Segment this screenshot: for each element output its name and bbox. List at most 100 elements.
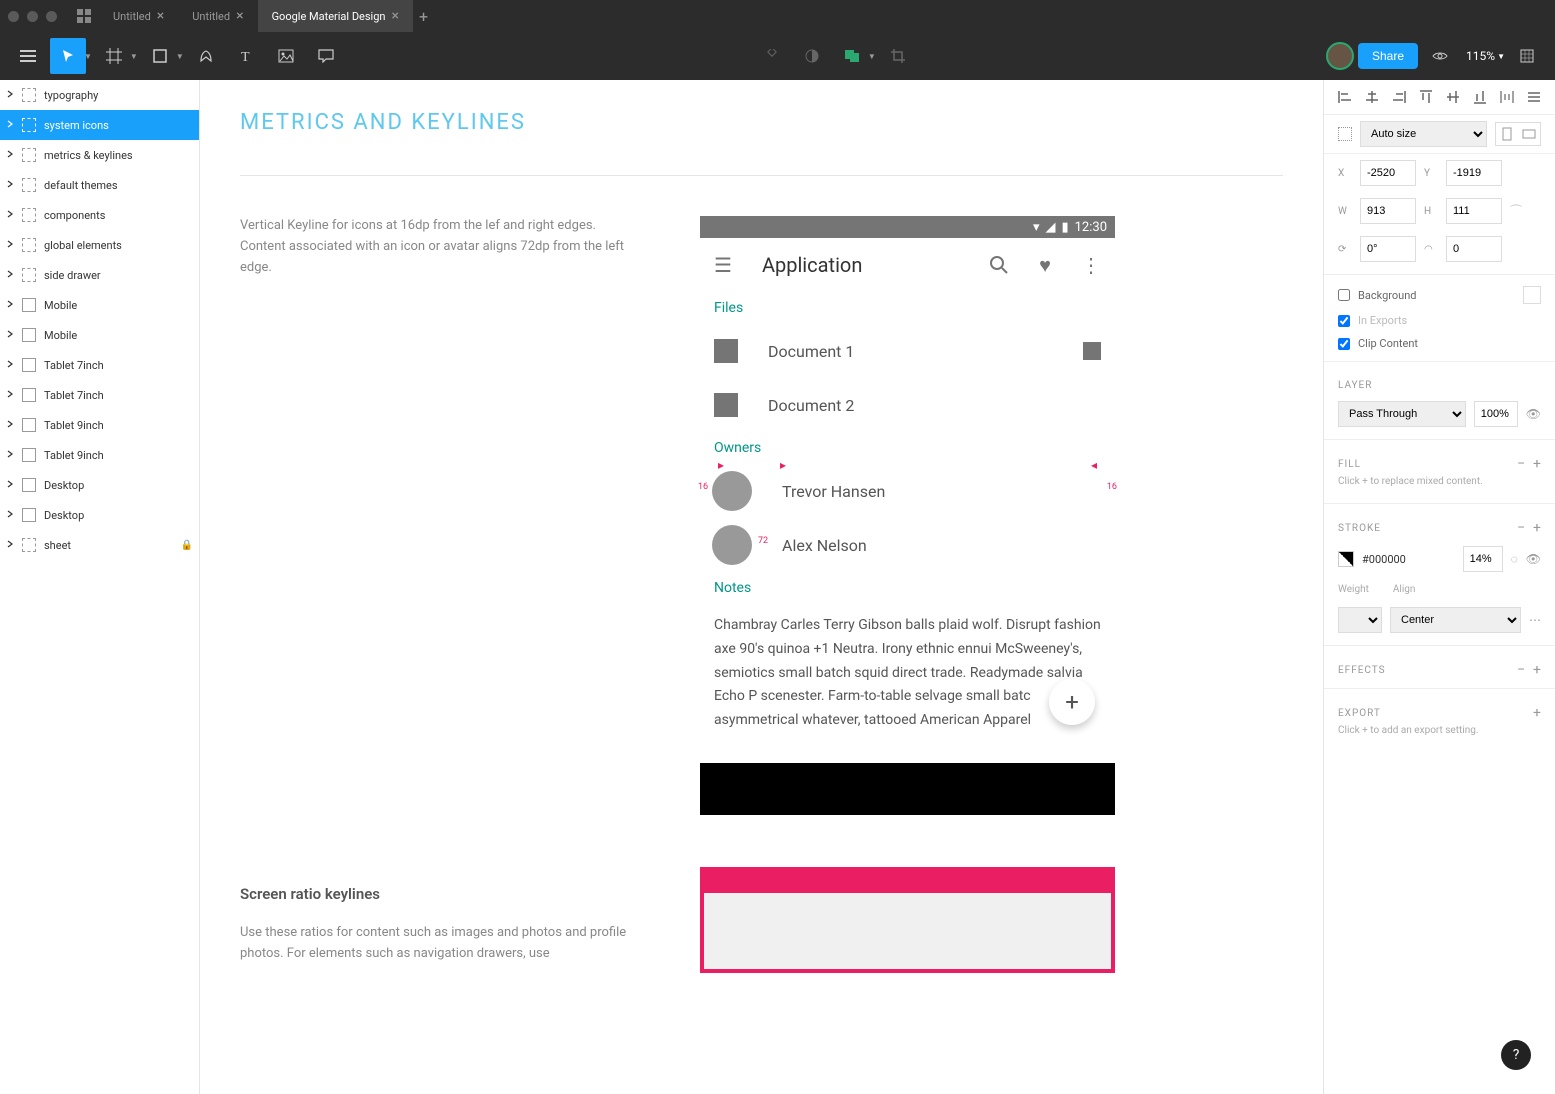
width-input[interactable] (1360, 198, 1416, 224)
boolean-tool[interactable] (834, 38, 870, 74)
expand-arrow-icon[interactable] (6, 90, 16, 100)
remove-effect-icon[interactable]: − (1517, 662, 1525, 678)
stroke-align-select[interactable]: Center (1390, 607, 1521, 633)
expand-arrow-icon[interactable] (6, 360, 16, 370)
stroke-weight-select[interactable] (1338, 607, 1382, 633)
stroke-swatch[interactable] (1338, 551, 1354, 567)
background-swatch[interactable] (1523, 286, 1541, 304)
autosize-select[interactable]: Auto size (1360, 121, 1487, 147)
visibility-icon[interactable]: 👁 (1526, 407, 1541, 421)
stroke-style-icon[interactable]: ◌ (1511, 552, 1518, 566)
x-input[interactable] (1360, 160, 1416, 186)
in-exports-checkbox[interactable] (1338, 315, 1350, 327)
expand-arrow-icon[interactable] (6, 210, 16, 220)
remove-fill-icon[interactable]: − (1517, 456, 1525, 472)
image-tool[interactable] (268, 38, 304, 74)
landscape-toggle[interactable] (1518, 123, 1540, 145)
layer-row-Desktop[interactable]: Desktop (0, 470, 199, 500)
layer-row-Tablet-9inch[interactable]: Tablet 9inch (0, 440, 199, 470)
expand-arrow-icon[interactable] (6, 270, 16, 280)
portrait-toggle[interactable] (1496, 123, 1518, 145)
stroke-hex[interactable]: #000000 (1362, 553, 1406, 566)
layer-row-Tablet-9inch[interactable]: Tablet 9inch (0, 410, 199, 440)
tab-untitled-2[interactable]: Untitled× (178, 0, 257, 32)
tab-material-design[interactable]: Google Material Design× (258, 0, 413, 32)
user-avatar[interactable] (1326, 42, 1354, 70)
close-icon[interactable]: × (391, 8, 398, 24)
zoom-level[interactable]: 115% (1462, 49, 1499, 63)
align-vcenter-icon[interactable] (1446, 90, 1460, 104)
chevron-down-icon[interactable]: ▼ (868, 52, 876, 61)
layer-row-sheet[interactable]: sheet🔒 (0, 530, 199, 560)
move-tool[interactable] (50, 38, 86, 74)
height-input[interactable] (1446, 198, 1502, 224)
pixel-preview[interactable] (1509, 38, 1545, 74)
layer-row-system-icons[interactable]: system icons (0, 110, 199, 140)
menu-button[interactable] (10, 38, 46, 74)
chevron-down-icon[interactable]: ▼ (130, 52, 138, 61)
stroke-more-icon[interactable]: ⋯ (1529, 613, 1541, 627)
mask-tool[interactable] (794, 38, 830, 74)
layer-row-Tablet-7inch[interactable]: Tablet 7inch (0, 380, 199, 410)
text-tool[interactable]: T (228, 38, 264, 74)
align-hcenter-icon[interactable] (1365, 90, 1379, 104)
layer-row-side-drawer[interactable]: side drawer (0, 260, 199, 290)
radius-input[interactable] (1446, 236, 1502, 262)
maximize-window[interactable] (46, 11, 57, 22)
help-button[interactable]: ? (1501, 1040, 1531, 1070)
link-dimensions-icon[interactable]: ⏜ (1510, 204, 1522, 219)
expand-arrow-icon[interactable] (6, 420, 16, 430)
layer-row-Desktop[interactable]: Desktop (0, 500, 199, 530)
background-checkbox[interactable] (1338, 289, 1350, 301)
expand-arrow-icon[interactable] (6, 330, 16, 340)
distribute-h-icon[interactable] (1500, 90, 1514, 104)
constraint-icon[interactable] (1338, 127, 1352, 141)
layer-row-components[interactable]: components (0, 200, 199, 230)
add-stroke-icon[interactable]: + (1533, 520, 1541, 536)
chevron-down-icon[interactable]: ▼ (84, 52, 92, 61)
align-left-icon[interactable] (1338, 90, 1352, 104)
expand-arrow-icon[interactable] (6, 390, 16, 400)
expand-arrow-icon[interactable] (6, 480, 16, 490)
layer-row-Tablet-7inch[interactable]: Tablet 7inch (0, 350, 199, 380)
close-icon[interactable]: × (236, 8, 243, 24)
tab-untitled-1[interactable]: Untitled× (99, 0, 178, 32)
remove-stroke-icon[interactable]: − (1517, 520, 1525, 536)
clip-content-checkbox[interactable] (1338, 338, 1350, 350)
rotation-input[interactable] (1360, 236, 1416, 262)
expand-arrow-icon[interactable] (6, 150, 16, 160)
frame-tool[interactable] (96, 38, 132, 74)
chevron-down-icon[interactable]: ▼ (176, 52, 184, 61)
align-right-icon[interactable] (1392, 90, 1406, 104)
close-icon[interactable]: × (157, 8, 164, 24)
layer-row-metrics-&-keylines[interactable]: metrics & keylines (0, 140, 199, 170)
more-align-icon[interactable] (1527, 90, 1541, 104)
crop-tool[interactable] (880, 38, 916, 74)
component-tool[interactable] (754, 38, 790, 74)
layer-row-Mobile[interactable]: Mobile (0, 320, 199, 350)
expand-arrow-icon[interactable] (6, 510, 16, 520)
expand-arrow-icon[interactable] (6, 450, 16, 460)
align-bottom-icon[interactable] (1473, 90, 1487, 104)
canvas[interactable]: METRICS AND KEYLINES Vertical Keyline fo… (200, 80, 1323, 1094)
minimize-window[interactable] (27, 11, 38, 22)
expand-arrow-icon[interactable] (6, 540, 16, 550)
layer-row-global-elements[interactable]: global elements (0, 230, 199, 260)
add-export-icon[interactable]: + (1533, 705, 1541, 721)
layer-row-Mobile[interactable]: Mobile (0, 290, 199, 320)
blend-mode-select[interactable]: Pass Through (1338, 401, 1466, 427)
y-input[interactable] (1446, 160, 1502, 186)
expand-arrow-icon[interactable] (6, 120, 16, 130)
layer-opacity-input[interactable] (1474, 401, 1518, 427)
pen-tool[interactable] (188, 38, 224, 74)
layer-row-default-themes[interactable]: default themes (0, 170, 199, 200)
add-tab-button[interactable]: + (419, 7, 428, 26)
share-button[interactable]: Share (1358, 43, 1418, 69)
stroke-opacity-input[interactable] (1463, 546, 1503, 572)
comment-tool[interactable] (308, 38, 344, 74)
add-fill-icon[interactable]: + (1533, 456, 1541, 472)
shape-tool[interactable] (142, 38, 178, 74)
expand-arrow-icon[interactable] (6, 180, 16, 190)
layer-row-typography[interactable]: typography (0, 80, 199, 110)
lock-icon[interactable]: 🔒 (181, 540, 193, 551)
